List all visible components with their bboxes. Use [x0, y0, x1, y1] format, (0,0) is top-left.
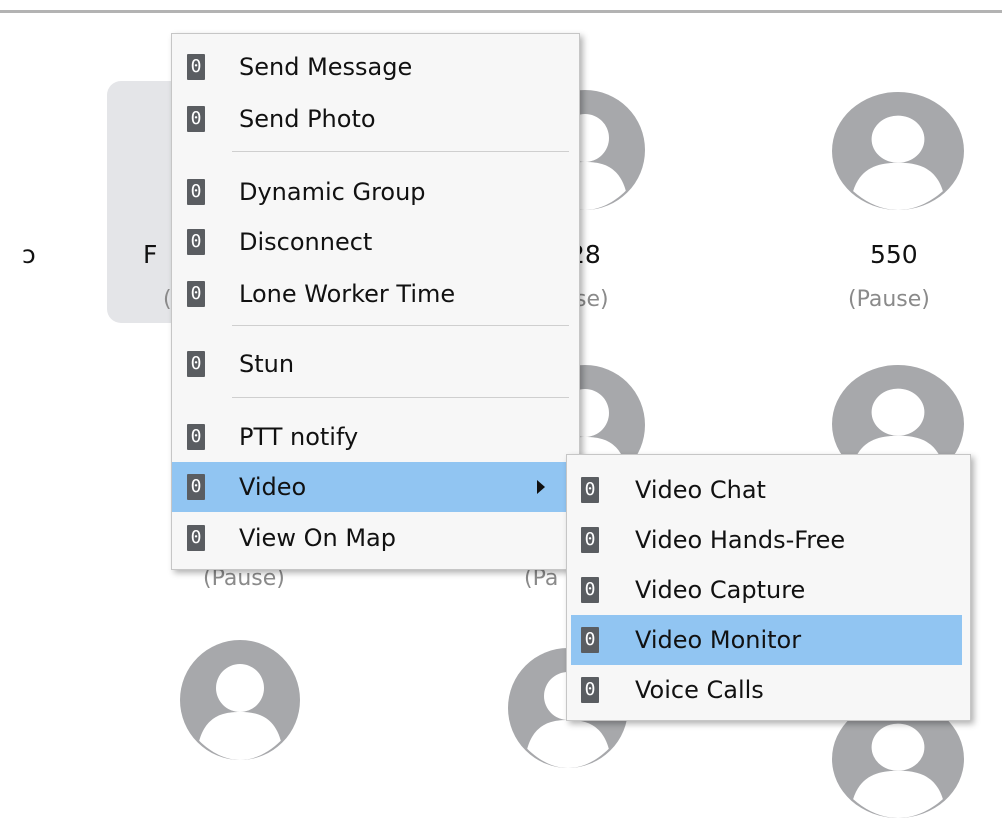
contact-status: (Pause) — [848, 287, 930, 312]
menu-item-stun[interactable]: 0 Stun — [172, 339, 579, 389]
contact-name: 550 — [870, 240, 918, 269]
submenu-item-voice-calls[interactable]: 0 Voice Calls — [567, 665, 970, 715]
accelerator-key: 0 — [581, 627, 599, 653]
submenu-item-video-chat[interactable]: 0 Video Chat — [567, 465, 970, 515]
accelerator-key: 0 — [187, 179, 205, 205]
submenu-item-video-monitor[interactable]: 0 Video Monitor — [571, 615, 962, 665]
contact-avatar — [832, 92, 964, 210]
contact-status: se) — [575, 287, 609, 312]
menu-separator — [232, 151, 569, 152]
submenu-item-video-hands-free[interactable]: 0 Video Hands-Free — [567, 515, 970, 565]
accelerator-key: 0 — [187, 106, 205, 132]
menu-item-label: Video Chat — [635, 476, 766, 504]
accelerator-key: 0 — [581, 577, 599, 603]
menu-item-view-on-map[interactable]: 0 View On Map — [172, 513, 579, 563]
menu-item-label: Video Capture — [635, 576, 806, 604]
menu-item-label: Video Hands-Free — [635, 526, 846, 554]
accelerator-key: 0 — [187, 424, 205, 450]
accelerator-key: 0 — [187, 525, 205, 551]
menu-item-label: Send Message — [239, 53, 413, 81]
context-menu: 0 Send Message 0 Send Photo 0 Dynamic Gr… — [171, 33, 580, 570]
menu-item-send-message[interactable]: 0 Send Message — [172, 42, 579, 92]
accelerator-key: 0 — [187, 281, 205, 307]
menu-item-label: View On Map — [239, 524, 396, 552]
menu-item-label: Voice Calls — [635, 676, 764, 704]
accelerator-key: 0 — [581, 677, 599, 703]
menu-item-disconnect[interactable]: 0 Disconnect — [172, 217, 579, 267]
accelerator-key: 0 — [581, 477, 599, 503]
menu-item-label: Disconnect — [239, 228, 373, 256]
menu-item-label: Lone Worker Time — [239, 280, 456, 308]
submenu-item-video-capture[interactable]: 0 Video Capture — [567, 565, 970, 615]
menu-separator — [232, 325, 569, 326]
accelerator-key: 0 — [187, 351, 205, 377]
accelerator-key: 0 — [581, 527, 599, 553]
menu-item-video[interactable]: 0 Video — [172, 462, 579, 512]
menu-item-lone-worker-time[interactable]: 0 Lone Worker Time — [172, 269, 579, 319]
menu-item-label: Dynamic Group — [239, 178, 426, 206]
accelerator-key: 0 — [187, 54, 205, 80]
contact-name: F — [143, 240, 158, 269]
menu-item-send-photo[interactable]: 0 Send Photo — [172, 94, 579, 144]
menu-item-label: Video — [239, 473, 307, 501]
contact-avatar — [180, 640, 300, 760]
submenu-arrow-icon — [537, 480, 545, 494]
menu-item-label: PTT notify — [239, 423, 359, 451]
accelerator-key: 0 — [187, 229, 205, 255]
menu-item-dynamic-group[interactable]: 0 Dynamic Group — [172, 167, 579, 217]
accelerator-key: 0 — [187, 474, 205, 500]
menu-item-ptt-notify[interactable]: 0 PTT notify — [172, 412, 579, 462]
menu-item-label: Video Monitor — [635, 626, 802, 654]
video-submenu: 0 Video Chat 0 Video Hands-Free 0 Video … — [566, 454, 971, 721]
top-divider — [0, 10, 1002, 13]
menu-separator — [232, 397, 569, 398]
menu-item-label: Send Photo — [239, 105, 376, 133]
contact-name: ɔ — [22, 240, 36, 269]
menu-item-label: Stun — [239, 350, 295, 378]
